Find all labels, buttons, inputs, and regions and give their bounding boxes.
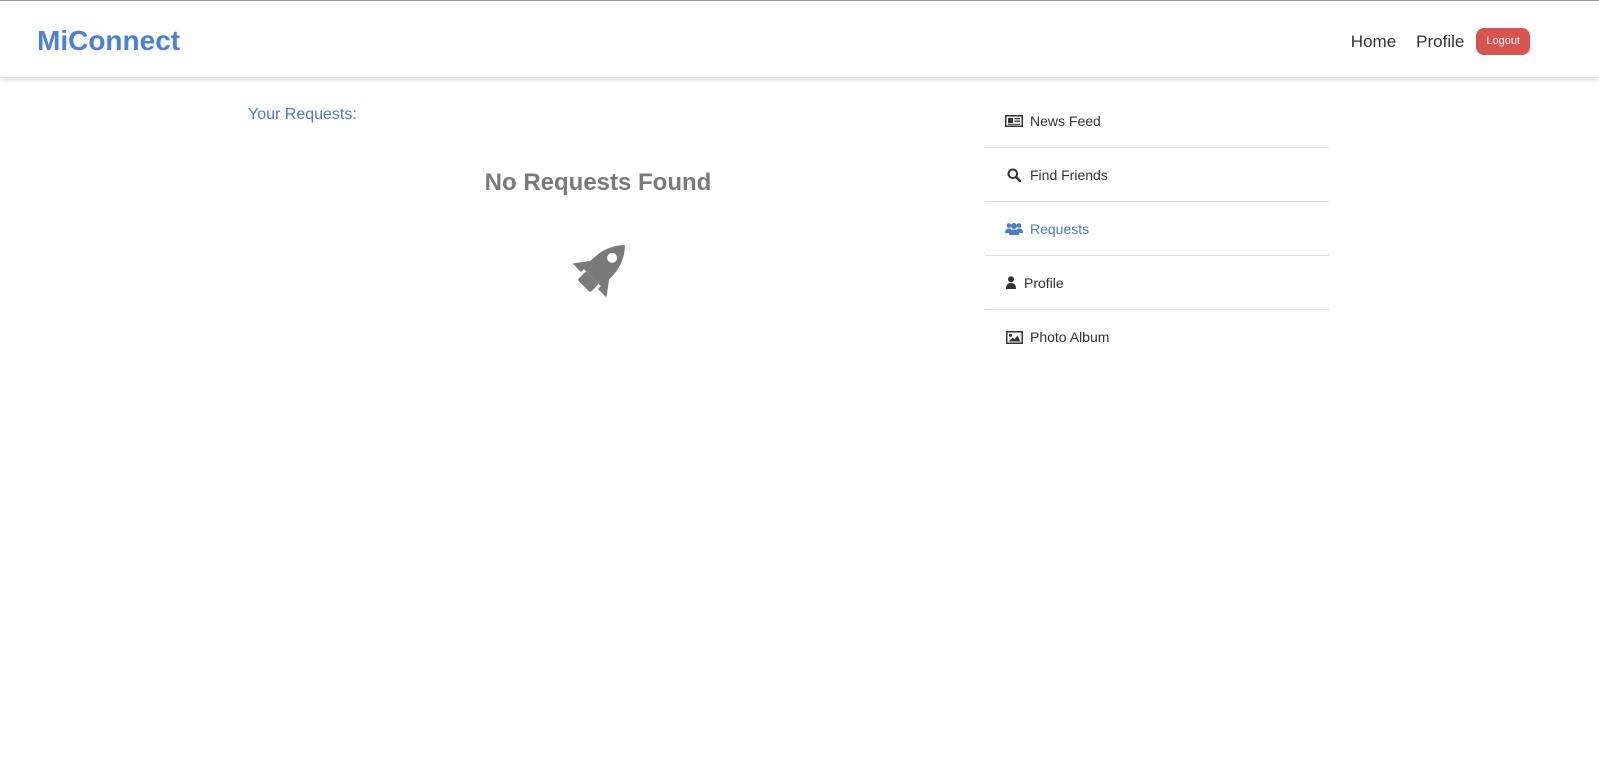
image-icon xyxy=(1005,330,1023,344)
users-icon xyxy=(1005,222,1023,236)
navbar: MiConnect Home Profile Logout xyxy=(0,1,1599,78)
sidebar-item-news-feed[interactable]: News Feed xyxy=(985,94,1329,148)
nav-links: Home Profile Logout xyxy=(1351,28,1530,55)
nav-profile-link[interactable]: Profile xyxy=(1416,30,1464,54)
requests-panel: Your Requests: No Requests Found xyxy=(248,104,948,298)
nav-home-link[interactable]: Home xyxy=(1351,30,1396,54)
rocket-icon xyxy=(572,245,625,298)
sidebar-item-label: Requests xyxy=(1030,220,1090,237)
sidebar: News Feed Find Friends Requests Profile … xyxy=(985,94,1329,364)
requests-heading: Your Requests: xyxy=(248,106,357,123)
sidebar-item-label: Profile xyxy=(1024,274,1064,291)
sidebar-item-profile[interactable]: Profile xyxy=(985,256,1329,310)
sidebar-item-label: News Feed xyxy=(1030,112,1101,129)
newspaper-icon xyxy=(1005,114,1023,128)
sidebar-item-label: Photo Album xyxy=(1030,329,1110,345)
logout-button[interactable]: Logout xyxy=(1476,28,1530,55)
sidebar-item-find-friends[interactable]: Find Friends xyxy=(985,148,1329,202)
search-icon xyxy=(1005,168,1023,182)
sidebar-item-photo-album[interactable]: Photo Album xyxy=(985,310,1329,364)
sidebar-item-label: Find Friends xyxy=(1030,166,1108,183)
sidebar-item-requests[interactable]: Requests xyxy=(985,202,1329,256)
brand-logo[interactable]: MiConnect xyxy=(37,25,180,57)
empty-message: No Requests Found xyxy=(484,169,712,196)
user-icon xyxy=(1005,276,1017,290)
